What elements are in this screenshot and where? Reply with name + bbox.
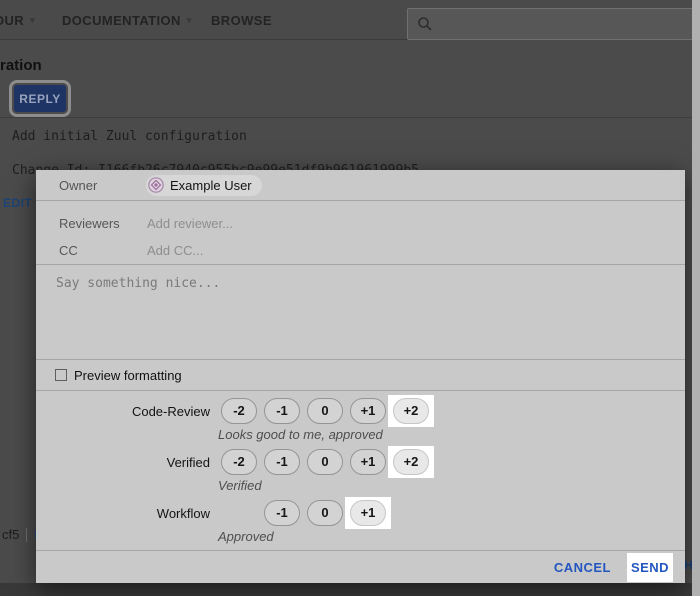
vote-button[interactable]: -2 — [221, 398, 257, 424]
score-description: Approved — [218, 529, 685, 544]
pill-spacer — [221, 500, 257, 526]
vote-button[interactable]: -1 — [264, 398, 300, 424]
top-nav-bar: OUR ▾ DOCUMENTATION ▾ BROWSE — [0, 0, 700, 40]
reply-message-textarea[interactable] — [36, 265, 685, 359]
selected-vote-highlight: +1 — [345, 497, 391, 529]
commit-subject: Add initial Zuul configuration — [12, 129, 247, 144]
reviewer-fields: Reviewers CC — [36, 201, 685, 264]
reply-dialog: Owner Example User Reviewers CC — [36, 170, 685, 583]
score-label: Verified — [36, 455, 210, 470]
score-description: Looks good to me, approved — [218, 427, 685, 442]
reviewers-row: Reviewers — [59, 210, 685, 237]
selected-vote-highlight: +2 — [388, 446, 434, 478]
vote-button[interactable]: +1 — [350, 398, 386, 424]
score-row: Verified -2 -1 0 +1 +2 — [36, 449, 685, 475]
score-row: Code-Review -2 -1 0 +1 +2 — [36, 398, 685, 424]
score-block: Code-Review -2 -1 0 +1 +2 Looks good to me, ap… — [36, 398, 685, 442]
vote-button[interactable]: +2 — [393, 398, 429, 424]
divider — [26, 528, 27, 542]
chevron-down-icon: ▾ — [187, 15, 192, 26]
nav-item-label: BROWSE — [211, 13, 272, 28]
score-description: Verified — [218, 478, 685, 493]
nav-item-our[interactable]: OUR ▾ — [0, 0, 35, 40]
cancel-button[interactable]: CANCEL — [554, 560, 611, 575]
preview-row: Preview formatting — [36, 359, 685, 390]
vote-button[interactable]: -1 — [264, 500, 300, 526]
dialog-actions: CANCEL SEND — [36, 550, 685, 583]
search-box[interactable] — [407, 8, 700, 40]
avatar-icon — [148, 177, 164, 193]
cc-row: CC — [59, 237, 685, 264]
nav-item-documentation[interactable]: DOCUMENTATION ▾ — [62, 0, 192, 40]
score-block: Verified -2 -1 0 +1 +2 Verified — [36, 449, 685, 493]
reply-button[interactable]: REPLY — [14, 85, 66, 112]
chevron-down-icon: ▾ — [30, 15, 35, 26]
vote-button[interactable]: +1 — [350, 500, 386, 526]
send-button[interactable]: SEND — [627, 553, 673, 582]
search-icon — [417, 16, 433, 32]
gerrit-change-screen: OUR ▾ DOCUMENTATION ▾ BROWSE ration REPLY Ad… — [0, 0, 700, 596]
vote-button[interactable]: 0 — [307, 500, 343, 526]
nav-item-label: OUR — [0, 13, 24, 28]
page-scrollbar[interactable] — [692, 0, 700, 596]
vote-button[interactable]: +2 — [393, 449, 429, 475]
vote-button[interactable]: +1 — [350, 449, 386, 475]
score-label: Workflow — [36, 506, 210, 521]
vote-button[interactable]: 0 — [307, 449, 343, 475]
section-divider — [0, 117, 700, 118]
owner-name: Example User — [170, 178, 252, 193]
score-section: Code-Review -2 -1 0 +1 +2 Looks good to me, ap… — [36, 390, 685, 550]
cc-label: CC — [59, 243, 147, 258]
nav-item-label: DOCUMENTATION — [62, 13, 181, 28]
preview-formatting-label: Preview formatting — [74, 368, 182, 383]
page-title: ration — [0, 57, 42, 74]
vote-button[interactable]: 0 — [307, 398, 343, 424]
search-input[interactable] — [433, 17, 700, 32]
reviewers-label: Reviewers — [59, 216, 147, 231]
owner-chip[interactable]: Example User — [146, 175, 262, 196]
selected-vote-highlight: +2 — [388, 395, 434, 427]
message-section — [36, 264, 685, 359]
score-label: Code-Review — [36, 404, 210, 419]
owner-label: Owner — [59, 178, 146, 193]
owner-row: Owner Example User — [36, 170, 685, 201]
add-cc-input[interactable] — [147, 243, 447, 258]
vote-button[interactable]: -2 — [221, 449, 257, 475]
score-row: Workflow -1 0 +1 — [36, 500, 685, 526]
score-block: Workflow -1 0 +1 Approved — [36, 500, 685, 544]
nav-item-browse[interactable]: BROWSE — [211, 0, 272, 40]
add-reviewer-input[interactable] — [147, 216, 447, 231]
footer-band — [0, 583, 700, 596]
preview-formatting-checkbox[interactable] — [55, 369, 67, 381]
sha-fragment: cf5 — [2, 527, 19, 542]
edit-link[interactable]: EDIT — [3, 196, 32, 210]
vote-button[interactable]: -1 — [264, 449, 300, 475]
